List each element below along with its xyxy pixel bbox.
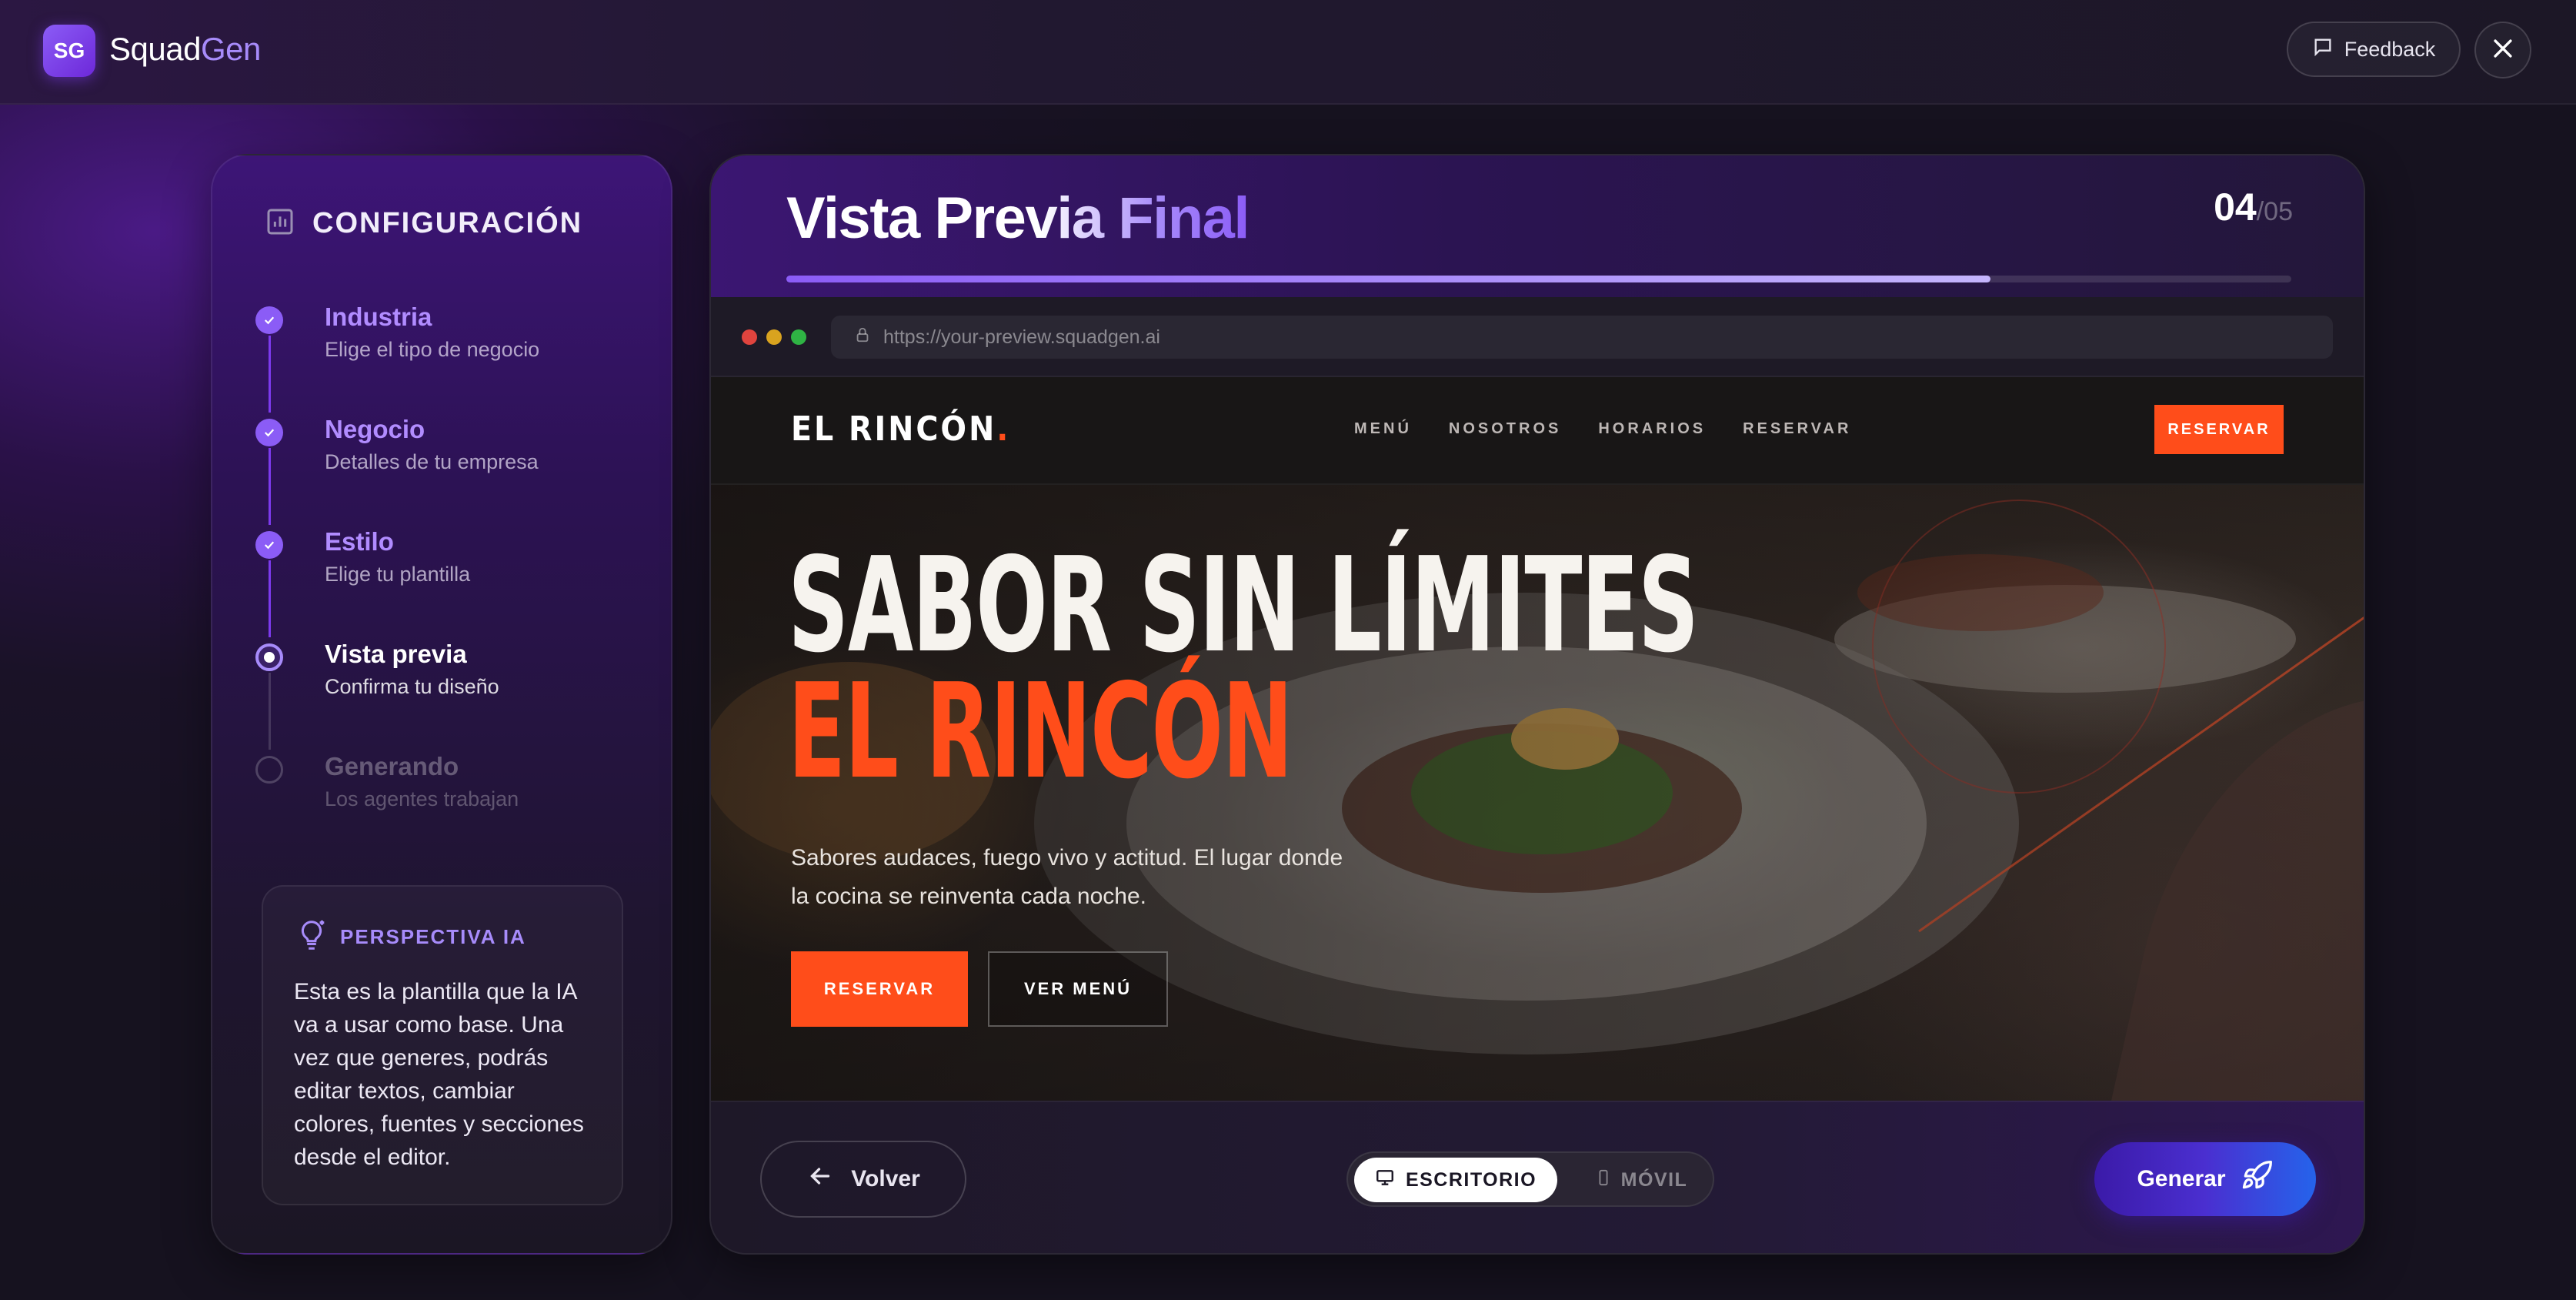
hero-menu-button[interactable]: VER MENÚ [988, 951, 1168, 1027]
message-icon [2312, 36, 2334, 63]
site-logo-text: EL RINCÓN [791, 409, 997, 449]
step-title: Generando [325, 752, 459, 780]
url-bar[interactable]: https://your-preview.squadgen.ai [831, 316, 2333, 359]
hero-description: Sabores audaces, fuego vivo y actitud. E… [791, 845, 1343, 909]
hero-headline: SABOR SIN LÍMITES [788, 530, 1699, 682]
close-button[interactable] [2474, 22, 2531, 79]
site-nav-links: MENÚ NOSOTROS HORARIOS RESERVAR [1354, 420, 1851, 438]
step-connector [269, 448, 271, 525]
step-subtitle: Elige tu plantilla [325, 563, 471, 586]
step-current: 04 [2214, 185, 2257, 229]
window-maximize-dot [791, 329, 806, 345]
step-generando: Generando Los agentes trabajan [255, 750, 656, 862]
lock-icon [854, 326, 871, 349]
step-total: /05 [2256, 197, 2293, 226]
hero-subheadline: EL RINCÓN [788, 656, 1293, 808]
step-subtitle: Confirma tu diseño [325, 675, 499, 698]
hero-reserve-button[interactable]: RESERVAR [791, 951, 968, 1027]
url-text: https://your-preview.squadgen.ai [883, 326, 1160, 348]
step-title: Vista previa [325, 640, 467, 668]
device-toggle: ESCRITORIO MÓVIL [1346, 1151, 1714, 1207]
pending-step-icon [255, 756, 283, 784]
step-counter: 04/05 [2214, 185, 2293, 229]
configuration-title: CONFIGURACIÓN [312, 207, 583, 239]
hero-section: SABOR SIN LÍMITES EL RINCÓN Sabores auda… [711, 485, 2364, 1101]
step-title: Estilo [325, 527, 394, 556]
lightbulb-icon [294, 917, 329, 957]
step-subtitle: Los agentes trabajan [325, 787, 519, 810]
current-step-icon [255, 643, 283, 671]
site-nav-reservar[interactable]: RESERVAR [1743, 420, 1851, 438]
site-logo[interactable]: EL RINCÓN. [791, 409, 1010, 449]
step-connector [269, 673, 271, 750]
step-estilo[interactable]: Estilo Elige tu plantilla [255, 525, 656, 637]
step-title: Industria [325, 302, 432, 331]
steps-list: Industria Elige el tipo de negocio Negoc… [255, 300, 656, 862]
generate-label: Generar [2137, 1166, 2226, 1191]
feedback-label: Feedback [2344, 37, 2436, 61]
configuration-panel: CONFIGURACIÓN Industria Elige el tipo de… [211, 154, 672, 1255]
site-navbar: EL RINCÓN. MENÚ NOSOTROS HORARIOS RESERV… [711, 377, 2364, 485]
desktop-label: ESCRITORIO [1405, 1168, 1537, 1191]
brand-part-1: Squad [109, 31, 201, 67]
brand-part-2: Gen [200, 31, 261, 67]
mobile-label: MÓVIL [1620, 1168, 1688, 1191]
rocket-icon [2240, 1159, 2274, 1199]
browser-bar: https://your-preview.squadgen.ai [711, 297, 2364, 377]
site-reserve-button[interactable]: RESERVAR [2154, 405, 2284, 454]
feedback-button[interactable]: Feedback [2287, 22, 2461, 77]
site-logo-dot: . [996, 409, 1011, 449]
step-connector [269, 560, 271, 637]
generate-button[interactable]: Generar [2094, 1142, 2316, 1216]
top-bar: SG SquadGen Feedback [0, 0, 2576, 105]
close-icon [2490, 35, 2516, 65]
progress-bar [786, 276, 2291, 282]
check-icon [255, 306, 283, 334]
step-subtitle: Detalles de tu empresa [325, 450, 539, 473]
window-close-dot [742, 329, 757, 345]
window-minimize-dot [766, 329, 782, 345]
back-button[interactable]: Volver [760, 1141, 966, 1218]
configuration-header: CONFIGURACIÓN [265, 206, 582, 241]
desktop-toggle-button[interactable]: ESCRITORIO [1354, 1158, 1557, 1202]
check-icon [255, 531, 283, 559]
site-nav-horarios[interactable]: HORARIOS [1598, 420, 1706, 438]
check-icon [255, 419, 283, 446]
step-vista-previa[interactable]: Vista previa Confirma tu diseño [255, 637, 656, 750]
step-industria[interactable]: Industria Elige el tipo de negocio [255, 300, 656, 413]
preview-panel: Vista Previa Final 04/05 https://your-pr… [709, 154, 2365, 1255]
brand-name: SquadGen [109, 31, 261, 68]
logo-badge: SG [43, 25, 95, 77]
chart-icon [265, 206, 295, 241]
insight-body: Esta es la plantilla que la IA va a usar… [294, 979, 584, 1170]
site-preview: EL RINCÓN. MENÚ NOSOTROS HORARIOS RESERV… [711, 377, 2364, 1101]
page-title: Vista Previa Final [786, 185, 1250, 251]
back-label: Volver [851, 1166, 920, 1191]
site-nav-nosotros[interactable]: NOSOTROS [1449, 420, 1561, 438]
step-subtitle: Elige el tipo de negocio [325, 338, 540, 361]
step-title: Negocio [325, 415, 425, 443]
preview-header: Vista Previa Final 04/05 [711, 155, 2364, 297]
arrow-left-icon [806, 1162, 834, 1196]
step-negocio[interactable]: Negocio Detalles de tu empresa [255, 413, 656, 525]
insight-title: PERSPECTIVA IA [340, 925, 526, 948]
mobile-toggle-button[interactable]: MÓVIL [1576, 1158, 1707, 1202]
progress-fill [786, 276, 1990, 282]
smartphone-icon [1595, 1168, 1612, 1193]
action-bar: Volver ESCRITORIO MÓVIL Generar [711, 1101, 2364, 1253]
insight-header: PERSPECTIVA IA [294, 917, 591, 957]
step-connector [269, 336, 271, 413]
ai-insight-card: PERSPECTIVA IA Esta es la plantilla que … [262, 885, 623, 1205]
monitor-icon [1375, 1168, 1395, 1193]
site-nav-menu[interactable]: MENÚ [1354, 420, 1412, 438]
